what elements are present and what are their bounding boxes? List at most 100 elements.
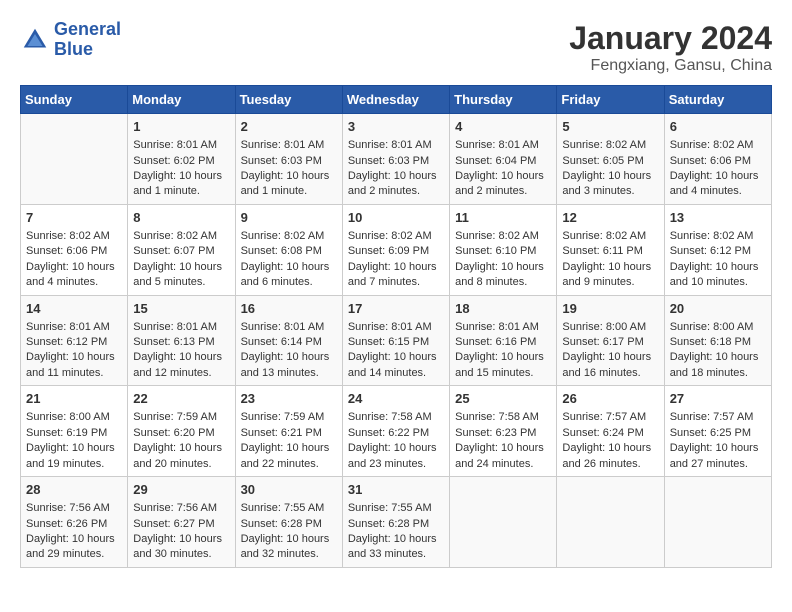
calendar-cell: 11Sunrise: 8:02 AMSunset: 6:10 PMDayligh…: [450, 204, 557, 295]
day-info: Sunrise: 7:56 AM: [133, 501, 229, 516]
calendar-cell: 28Sunrise: 7:56 AMSunset: 6:26 PMDayligh…: [21, 477, 128, 568]
day-number: 12: [562, 209, 658, 227]
calendar-cell: [664, 477, 771, 568]
day-info: Daylight: 10 hours: [562, 169, 658, 184]
calendar-cell: 17Sunrise: 8:01 AMSunset: 6:15 PMDayligh…: [342, 295, 449, 386]
day-info: and 27 minutes.: [670, 457, 766, 472]
day-info: Sunset: 6:07 PM: [133, 244, 229, 259]
day-info: Daylight: 10 hours: [562, 260, 658, 275]
day-info: Sunrise: 8:01 AM: [455, 138, 551, 153]
day-info: and 10 minutes.: [670, 275, 766, 290]
calendar-cell: 30Sunrise: 7:55 AMSunset: 6:28 PMDayligh…: [235, 477, 342, 568]
day-info: Daylight: 10 hours: [241, 532, 337, 547]
calendar-cell: 20Sunrise: 8:00 AMSunset: 6:18 PMDayligh…: [664, 295, 771, 386]
day-info: Daylight: 10 hours: [241, 169, 337, 184]
day-info: Sunset: 6:18 PM: [670, 335, 766, 350]
day-info: Sunrise: 7:59 AM: [241, 410, 337, 425]
day-info: Daylight: 10 hours: [241, 441, 337, 456]
day-number: 4: [455, 118, 551, 136]
day-info: Sunrise: 8:01 AM: [348, 320, 444, 335]
calendar-table: SundayMondayTuesdayWednesdayThursdayFrid…: [20, 85, 772, 568]
day-number: 18: [455, 300, 551, 318]
day-info: and 14 minutes.: [348, 366, 444, 381]
day-info: Daylight: 10 hours: [562, 350, 658, 365]
day-info: Sunrise: 7:57 AM: [562, 410, 658, 425]
day-number: 1: [133, 118, 229, 136]
day-info: Sunset: 6:25 PM: [670, 426, 766, 441]
day-info: Sunset: 6:10 PM: [455, 244, 551, 259]
day-info: Sunset: 6:28 PM: [348, 517, 444, 532]
day-info: and 30 minutes.: [133, 547, 229, 562]
day-info: Sunset: 6:04 PM: [455, 154, 551, 169]
day-info: Sunset: 6:19 PM: [26, 426, 122, 441]
day-info: and 3 minutes.: [562, 184, 658, 199]
day-number: 7: [26, 209, 122, 227]
day-info: and 29 minutes.: [26, 547, 122, 562]
day-info: Sunset: 6:05 PM: [562, 154, 658, 169]
day-info: Daylight: 10 hours: [26, 532, 122, 547]
day-info: and 23 minutes.: [348, 457, 444, 472]
day-number: 16: [241, 300, 337, 318]
calendar-cell: 23Sunrise: 7:59 AMSunset: 6:21 PMDayligh…: [235, 386, 342, 477]
day-number: 13: [670, 209, 766, 227]
day-info: and 33 minutes.: [348, 547, 444, 562]
day-info: Daylight: 10 hours: [133, 441, 229, 456]
day-info: Sunrise: 8:01 AM: [133, 138, 229, 153]
day-info: and 22 minutes.: [241, 457, 337, 472]
day-info: and 12 minutes.: [133, 366, 229, 381]
calendar-cell: 19Sunrise: 8:00 AMSunset: 6:17 PMDayligh…: [557, 295, 664, 386]
day-number: 31: [348, 481, 444, 499]
calendar-cell: 7Sunrise: 8:02 AMSunset: 6:06 PMDaylight…: [21, 204, 128, 295]
day-info: Sunrise: 8:01 AM: [241, 320, 337, 335]
day-info: Daylight: 10 hours: [670, 260, 766, 275]
day-info: Daylight: 10 hours: [133, 260, 229, 275]
weekday-header-saturday: Saturday: [664, 86, 771, 114]
day-info: Sunset: 6:11 PM: [562, 244, 658, 259]
day-info: and 15 minutes.: [455, 366, 551, 381]
location: Fengxiang, Gansu, China: [569, 57, 772, 75]
calendar-cell: 2Sunrise: 8:01 AMSunset: 6:03 PMDaylight…: [235, 114, 342, 205]
day-number: 10: [348, 209, 444, 227]
day-number: 30: [241, 481, 337, 499]
calendar-cell: 18Sunrise: 8:01 AMSunset: 6:16 PMDayligh…: [450, 295, 557, 386]
logo-icon: [20, 25, 50, 55]
day-info: Sunrise: 8:01 AM: [26, 320, 122, 335]
day-number: 24: [348, 390, 444, 408]
day-info: Daylight: 10 hours: [455, 169, 551, 184]
day-info: and 1 minute.: [241, 184, 337, 199]
day-info: and 26 minutes.: [562, 457, 658, 472]
day-info: and 20 minutes.: [133, 457, 229, 472]
weekday-header-friday: Friday: [557, 86, 664, 114]
title-block: January 2024 Fengxiang, Gansu, China: [569, 20, 772, 75]
day-info: Daylight: 10 hours: [348, 260, 444, 275]
calendar-cell: 15Sunrise: 8:01 AMSunset: 6:13 PMDayligh…: [128, 295, 235, 386]
calendar-cell: 4 Sunrise: 8:01 AMSunset: 6:04 PMDaylight…: [450, 114, 557, 205]
day-number: 11: [455, 209, 551, 227]
day-info: Sunset: 6:24 PM: [562, 426, 658, 441]
day-info: and 24 minutes.: [455, 457, 551, 472]
calendar-cell: 26Sunrise: 7:57 AMSunset: 6:24 PMDayligh…: [557, 386, 664, 477]
day-info: Daylight: 10 hours: [133, 532, 229, 547]
day-number: 23: [241, 390, 337, 408]
day-info: Sunrise: 8:00 AM: [562, 320, 658, 335]
month-title: January 2024: [569, 20, 772, 57]
day-info: Daylight: 10 hours: [348, 441, 444, 456]
day-number: 8: [133, 209, 229, 227]
day-info: Sunrise: 7:59 AM: [133, 410, 229, 425]
day-info: Sunset: 6:13 PM: [133, 335, 229, 350]
calendar-cell: 25Sunrise: 7:58 AMSunset: 6:23 PMDayligh…: [450, 386, 557, 477]
day-info: Sunrise: 7:55 AM: [348, 501, 444, 516]
day-info: and 16 minutes.: [562, 366, 658, 381]
calendar-cell: 8Sunrise: 8:02 AMSunset: 6:07 PMDaylight…: [128, 204, 235, 295]
day-number: 5: [562, 118, 658, 136]
day-info: Sunset: 6:22 PM: [348, 426, 444, 441]
day-info: Sunrise: 8:02 AM: [670, 138, 766, 153]
day-number: 14: [26, 300, 122, 318]
day-number: 15: [133, 300, 229, 318]
calendar-cell: 16Sunrise: 8:01 AMSunset: 6:14 PMDayligh…: [235, 295, 342, 386]
week-row-4: 21Sunrise: 8:00 AMSunset: 6:19 PMDayligh…: [21, 386, 772, 477]
day-info: Sunset: 6:06 PM: [670, 154, 766, 169]
weekday-header-wednesday: Wednesday: [342, 86, 449, 114]
day-info: Sunrise: 8:01 AM: [241, 138, 337, 153]
day-info: Sunrise: 8:02 AM: [348, 229, 444, 244]
